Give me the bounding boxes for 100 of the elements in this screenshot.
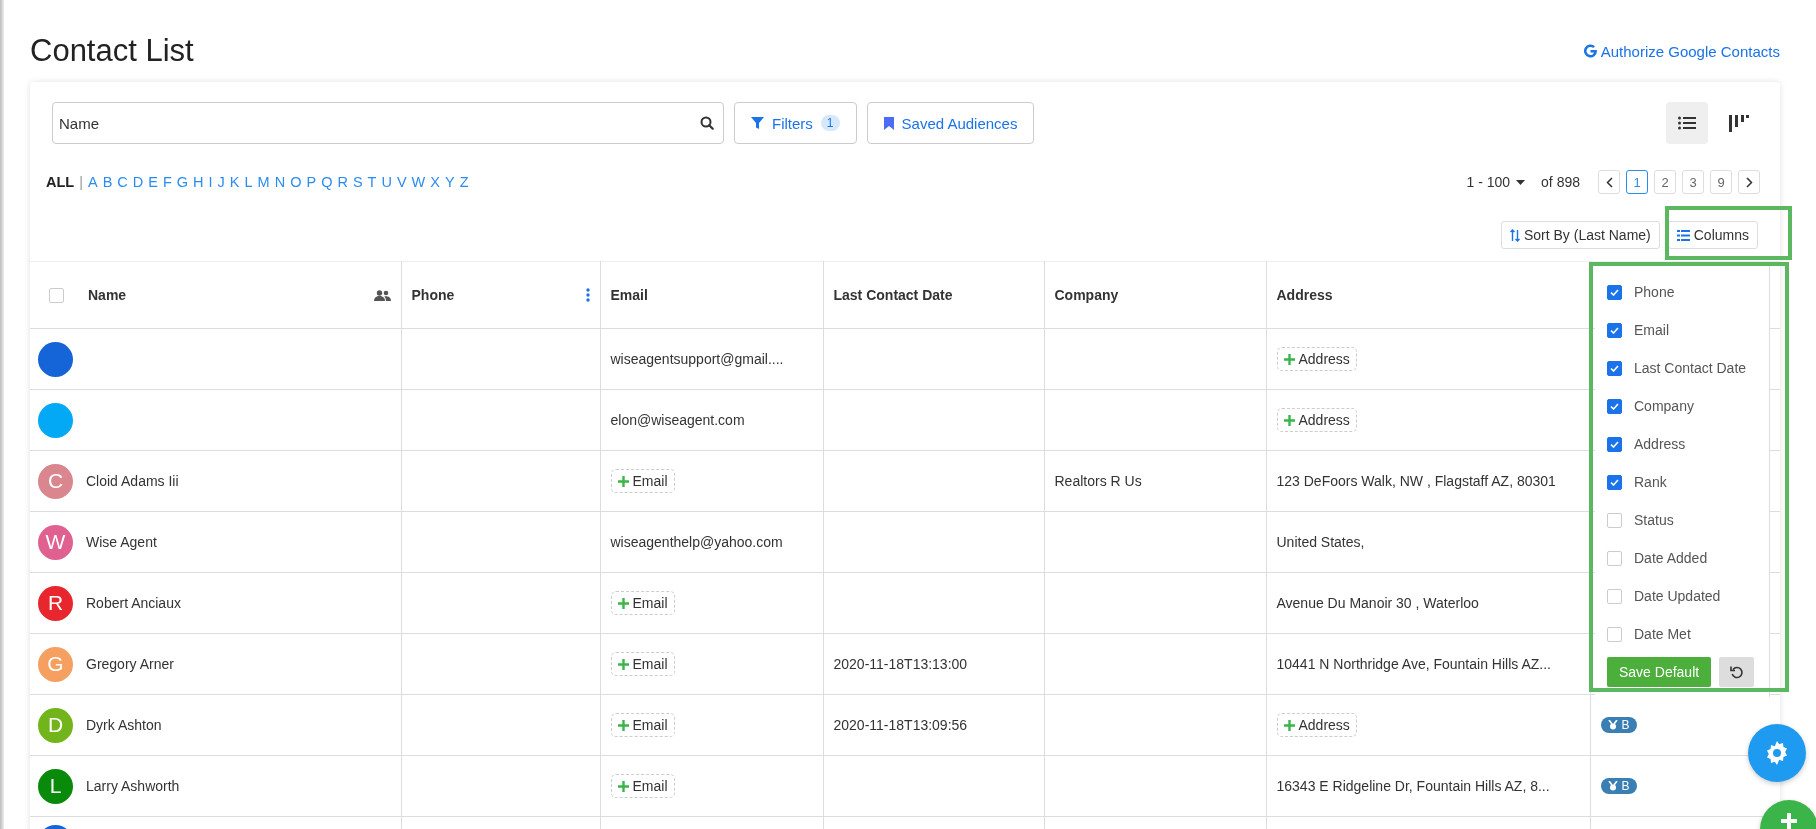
sort-icon: [1509, 228, 1520, 242]
add-email-button[interactable]: Email: [610, 713, 675, 737]
checkbox[interactable]: [1607, 322, 1622, 338]
contact-name[interactable]: Robert Anciaux: [86, 595, 181, 611]
contact-name[interactable]: Gregory Arner: [86, 656, 174, 672]
alphabet-filter-link[interactable]: U: [381, 174, 392, 190]
alphabet-filter-link[interactable]: I: [208, 174, 213, 190]
list-view-button[interactable]: [1666, 102, 1708, 144]
rank-badge: B: [1600, 717, 1637, 733]
column-header: Company: [1054, 287, 1119, 303]
search-field[interactable]: Name: [52, 102, 724, 144]
alphabet-filter-link[interactable]: ALL: [46, 174, 75, 190]
alphabet-filter-link[interactable]: B: [102, 174, 113, 190]
add-email-button[interactable]: Email: [610, 591, 675, 615]
column-option[interactable]: Rank: [1607, 463, 1769, 501]
checkmark-icon: [1610, 326, 1619, 334]
avatar: D: [38, 707, 73, 743]
alphabet-filter-link[interactable]: G: [176, 174, 189, 190]
kebab-menu-icon[interactable]: [585, 288, 590, 302]
filters-button[interactable]: Filters 1: [734, 102, 857, 144]
saved-audiences-button[interactable]: Saved Audiences: [866, 102, 1035, 144]
alphabet-filter-link[interactable]: F: [162, 174, 172, 190]
sort-button[interactable]: Sort By (Last Name): [1500, 221, 1660, 249]
alphabet-filter-link[interactable]: E: [148, 174, 158, 190]
page-button[interactable]: 3: [1682, 170, 1704, 194]
add-address-button[interactable]: Address: [1276, 408, 1357, 432]
alphabet-filter-link[interactable]: N: [274, 174, 286, 190]
checkmark-icon: [1610, 440, 1619, 448]
address-text: Avenue Du Manoir 30 , Waterloo: [1276, 595, 1479, 611]
page-size-dropdown[interactable]: 1 - 100: [1466, 174, 1526, 190]
contact-name[interactable]: Dyrk Ashton: [86, 717, 162, 733]
column-option[interactable]: Address: [1607, 425, 1769, 463]
add-address-button[interactable]: Address: [1276, 347, 1357, 371]
add-address-button[interactable]: Address: [1276, 713, 1357, 737]
column-header: Name: [88, 287, 127, 303]
alphabet-filter-link[interactable]: L: [244, 174, 253, 190]
previous-page-button[interactable]: [1598, 170, 1620, 194]
checkbox[interactable]: [1607, 626, 1622, 642]
column-option[interactable]: Email: [1607, 311, 1769, 349]
alphabet-filter-link[interactable]: O: [290, 174, 302, 190]
contact-name[interactable]: Cloid Adams Iii: [86, 473, 179, 489]
next-page-button[interactable]: [1738, 170, 1760, 194]
list-icon: [1678, 116, 1696, 130]
checkbox[interactable]: [1607, 474, 1622, 490]
alphabet-filter-link[interactable]: Y: [444, 174, 455, 190]
add-email-button[interactable]: Email: [610, 652, 675, 676]
rank-badge: B: [1600, 778, 1637, 794]
checkbox[interactable]: [1607, 512, 1622, 528]
alphabet-filter-link[interactable]: T: [367, 174, 377, 190]
alphabet-filter-link[interactable]: J: [217, 174, 225, 190]
people-icon[interactable]: [373, 289, 391, 301]
checkbox[interactable]: [1607, 398, 1622, 414]
column-option[interactable]: Date Met: [1607, 615, 1769, 653]
page-button[interactable]: 9: [1710, 170, 1732, 194]
checkbox[interactable]: [1607, 588, 1622, 604]
column-option[interactable]: Company: [1607, 387, 1769, 425]
column-option[interactable]: Status: [1607, 501, 1769, 539]
checkmark-icon: [1610, 478, 1619, 486]
page-button[interactable]: 1: [1626, 170, 1648, 194]
alphabet-filter-link[interactable]: X: [430, 174, 440, 190]
select-all-checkbox[interactable]: [49, 287, 64, 303]
alphabet-filter-link[interactable]: S: [352, 174, 363, 190]
checkmark-icon: [1610, 402, 1619, 410]
alphabet-filter-link[interactable]: P: [306, 174, 317, 190]
alphabet-filter-link[interactable]: W: [411, 174, 426, 190]
checkmark-icon: [1610, 364, 1619, 372]
add-email-button[interactable]: Email: [610, 469, 675, 493]
alphabet-filter-link[interactable]: C: [117, 174, 128, 190]
alphabet-filter-link[interactable]: H: [193, 174, 204, 190]
google-icon: [1583, 44, 1597, 58]
checkbox[interactable]: [1607, 436, 1622, 452]
alphabet-filter-link[interactable]: Z: [459, 174, 469, 190]
date-text: 2020-11-18T13:13:00: [833, 656, 968, 672]
checkbox[interactable]: [1607, 360, 1622, 376]
alphabet-filter-link[interactable]: K: [229, 174, 240, 190]
alphabet-filter-link[interactable]: R: [337, 174, 348, 190]
authorize-google-link[interactable]: Authorize Google Contacts: [1583, 42, 1780, 60]
alphabet-filter-link[interactable]: V: [396, 174, 407, 190]
alphabet-filter-link[interactable]: M: [257, 174, 270, 190]
page-title: Contact List: [30, 33, 194, 69]
alphabet-filter-link[interactable]: D: [132, 174, 144, 190]
checkbox[interactable]: [1607, 284, 1622, 300]
column-option[interactable]: Last Contact Date: [1607, 349, 1769, 387]
column-option[interactable]: Date Added: [1607, 539, 1769, 577]
add-email-button[interactable]: Email: [610, 774, 675, 798]
columns-button[interactable]: Columns: [1667, 221, 1758, 249]
undo-icon: [1729, 665, 1744, 679]
reset-button[interactable]: [1719, 657, 1755, 687]
checkbox[interactable]: [1607, 550, 1622, 566]
alphabet-filter-link[interactable]: A: [87, 174, 98, 190]
column-header: Phone: [411, 287, 455, 303]
contact-name[interactable]: Wise Agent: [86, 534, 157, 550]
column-option[interactable]: Phone: [1607, 273, 1769, 311]
address-text: 16343 E Ridgeline Dr, Fountain Hills AZ, 8...: [1276, 778, 1550, 794]
column-option[interactable]: Date Updated: [1607, 577, 1769, 615]
page-button[interactable]: 2: [1654, 170, 1676, 194]
avatar: G: [38, 646, 73, 682]
alphabet-filter-link[interactable]: Q: [321, 174, 333, 190]
settings-button[interactable]: [1748, 724, 1806, 782]
contact-name[interactable]: Larry Ashworth: [86, 778, 180, 794]
